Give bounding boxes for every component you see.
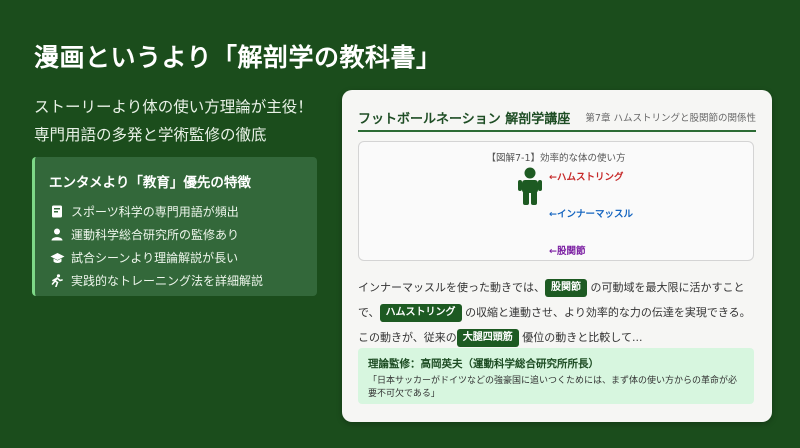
headline: 漫画というより「解剖学の教科書」 bbox=[34, 43, 442, 72]
figure-diagram: 【図解7-1】効率的な体の使い方 ←ハムストリング ←インナーマッスル ←股関節 bbox=[358, 141, 754, 261]
supervision-box: 理論監修：高岡英夫（運動科学総合研究所所長） 「日本サッカーがドイツなどの強豪国… bbox=[358, 348, 754, 404]
feature-label: 運動科学総合研究所の監修あり bbox=[71, 228, 240, 242]
feature-label: 試合シーンより理論解説が長い bbox=[71, 251, 239, 265]
feature-item: スポーツ科学の専門用語が頻出 bbox=[49, 200, 317, 223]
feature-label: 実践的なトレーニング法を詳細解説 bbox=[71, 274, 264, 288]
feature-item: 実践的なトレーニング法を詳細解説 bbox=[49, 269, 317, 292]
term-badge-hip-joint: 股関節 bbox=[545, 279, 587, 297]
hamstring-label: ←ハムストリング bbox=[549, 172, 624, 183]
subtitle-line-2: 専門用語の多発と学術監修の徹底 bbox=[34, 126, 267, 144]
explanation-text: インナーマッスルを使った動きでは、 股関節 の可動域を最大限に活かすことで、 ハムス… bbox=[358, 275, 758, 350]
body-text-segment: 優位の動きと比較して... bbox=[522, 331, 643, 344]
graduation-cap-icon bbox=[49, 251, 65, 265]
figure-caption: 【図解7-1】効率的な体の使い方 bbox=[486, 153, 626, 164]
person-icon bbox=[517, 167, 543, 209]
user-icon bbox=[49, 228, 65, 242]
feature-item: 試合シーンより理論解説が長い bbox=[49, 246, 317, 269]
chapter-label: 第7章 ハムストリングと股関節の関係性 bbox=[585, 113, 756, 124]
card-title: フットボールネーション 解剖学講座 bbox=[358, 111, 571, 127]
inner-muscle-label: ←インナーマッスル bbox=[549, 209, 633, 220]
subtitle: ストーリーより体の使い方理論が主役！ 専門用語の多発と学術監修の徹底 bbox=[34, 93, 313, 149]
hip-joint-label: ←股関節 bbox=[549, 246, 586, 257]
supervisor-quote: 「日本サッカーがドイツなどの強豪国に追いつくためには、まず体の使い方からの革命が… bbox=[368, 376, 738, 399]
body-text-segment: インナーマッスルを使った動きでは、 bbox=[358, 281, 545, 294]
term-badge-quadriceps: 大腿四頭筋 bbox=[456, 329, 519, 347]
anatomy-lesson-card: フットボールネーション 解剖学講座 第7章 ハムストリングと股関節の関係性 【図… bbox=[342, 90, 772, 422]
features-panel: エンタメより「教育」優先の特徴 スポーツ科学の専門用語が頻出 運動科学総合研究所… bbox=[32, 157, 317, 296]
running-icon bbox=[49, 274, 65, 288]
book-icon bbox=[49, 205, 65, 219]
feature-item: 運動科学総合研究所の監修あり bbox=[49, 223, 317, 246]
term-badge-hamstring: ハムストリング bbox=[379, 304, 462, 322]
card-header: フットボールネーション 解剖学講座 第7章 ハムストリングと股関節の関係性 bbox=[358, 104, 756, 132]
supervisor-name: 理論監修：高岡英夫（運動科学総合研究所所長） bbox=[368, 358, 599, 370]
feature-label: スポーツ科学の専門用語が頻出 bbox=[71, 205, 239, 219]
features-title: エンタメより「教育」優先の特徴 bbox=[49, 175, 251, 191]
subtitle-line-1: ストーリーより体の使い方理論が主役！ bbox=[34, 98, 313, 116]
